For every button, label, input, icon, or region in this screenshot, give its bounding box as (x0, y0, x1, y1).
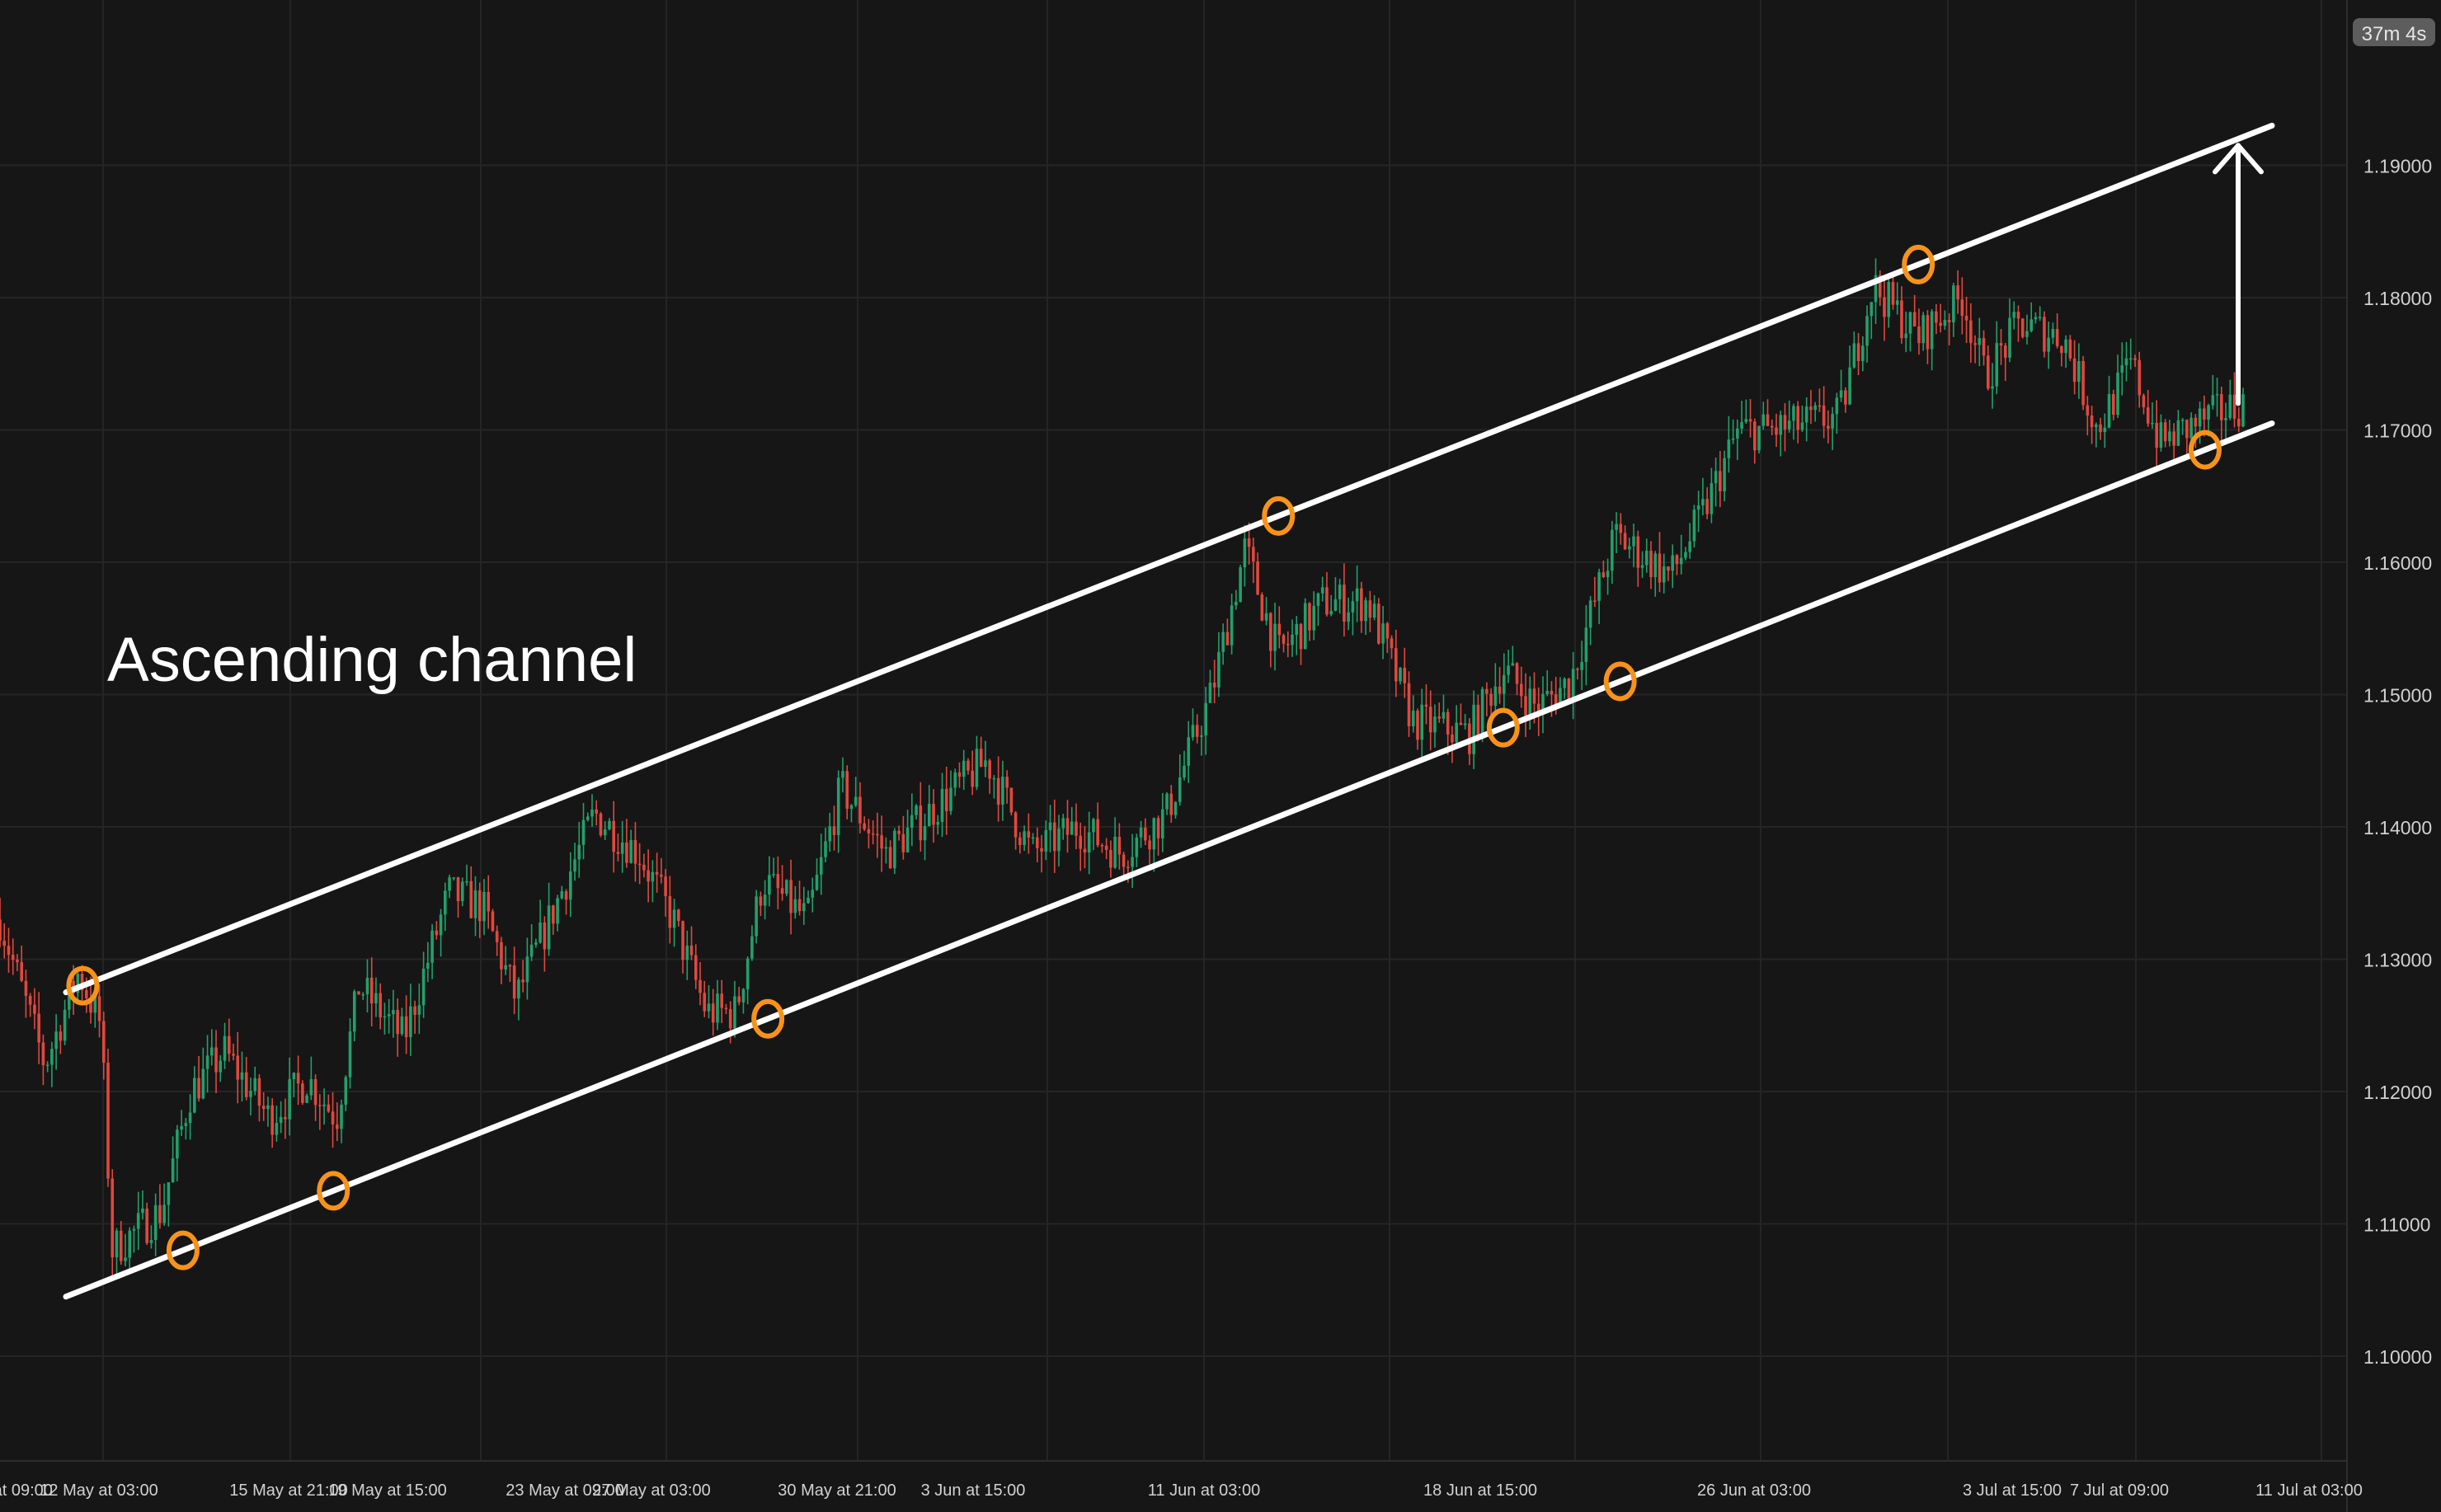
price-tick-label: 1.18000 (2363, 288, 2432, 309)
price-tick-label: 1.11000 (2363, 1214, 2430, 1236)
time-tick-label: 30 May at 21:00 (778, 1481, 896, 1500)
candle (2043, 311, 2046, 358)
candle (893, 828, 896, 875)
candle (491, 909, 495, 932)
candle (2020, 317, 2025, 339)
candle (1757, 425, 1761, 454)
candle (2081, 355, 2085, 411)
candle (785, 879, 788, 897)
time-tick-label: 27 May at 03:00 (592, 1481, 710, 1500)
candle (301, 1080, 304, 1106)
price-chart[interactable]: Ascending channel 1.19000 1.18000 1.17000 1… (0, 0, 2441, 1512)
price-tick-label: 1.15000 (2363, 685, 2432, 707)
candle (755, 890, 758, 944)
time-tick-label: 26 Jun at 03:00 (1697, 1481, 1811, 1500)
candle (1239, 565, 1242, 603)
time-tick-label: 19 May at 15:00 (328, 1481, 446, 1500)
time-axis[interactable]: y at 09:0012 May at 03:0015 May at 21:00… (0, 1481, 2363, 1500)
countdown-timer-badge: 37m 4s (2353, 18, 2435, 46)
price-tick-label: 1.19000 (2363, 156, 2432, 177)
time-tick-label: 11 Jun at 03:00 (1148, 1481, 1260, 1500)
price-tick-label: 1.13000 (2363, 950, 2432, 971)
chart-background (0, 0, 2441, 1512)
time-tick-label: 11 Jul at 03:00 (2255, 1481, 2363, 1500)
candle (106, 1049, 110, 1187)
candle (1009, 787, 1014, 816)
price-tick-label: 1.12000 (2363, 1082, 2432, 1103)
candle (145, 1202, 148, 1245)
time-tick-label: 18 Jun at 15:00 (1423, 1481, 1537, 1500)
candle (1260, 592, 1264, 622)
price-tick-label: 1.10000 (2363, 1346, 2432, 1368)
candle (599, 811, 603, 838)
candle (1692, 505, 1696, 548)
price-tick-label: 1.17000 (2363, 420, 2432, 442)
countdown-timer-text: 37m 4s (2362, 23, 2427, 45)
time-tick-label: 7 Jul at 09:00 (2070, 1481, 2169, 1500)
price-tick-label: 1.14000 (2363, 817, 2432, 838)
candle (357, 991, 360, 995)
price-tick-label: 1.16000 (2363, 552, 2432, 574)
time-tick-label: 3 Jun at 15:00 (921, 1481, 1026, 1500)
time-tick-label: 3 Jul at 15:00 (1963, 1481, 2062, 1500)
candle (1303, 598, 1307, 650)
channel-annotation-label[interactable]: Ascending channel (107, 625, 637, 695)
time-tick-label: 12 May at 03:00 (40, 1481, 158, 1500)
candle (1377, 598, 1380, 645)
